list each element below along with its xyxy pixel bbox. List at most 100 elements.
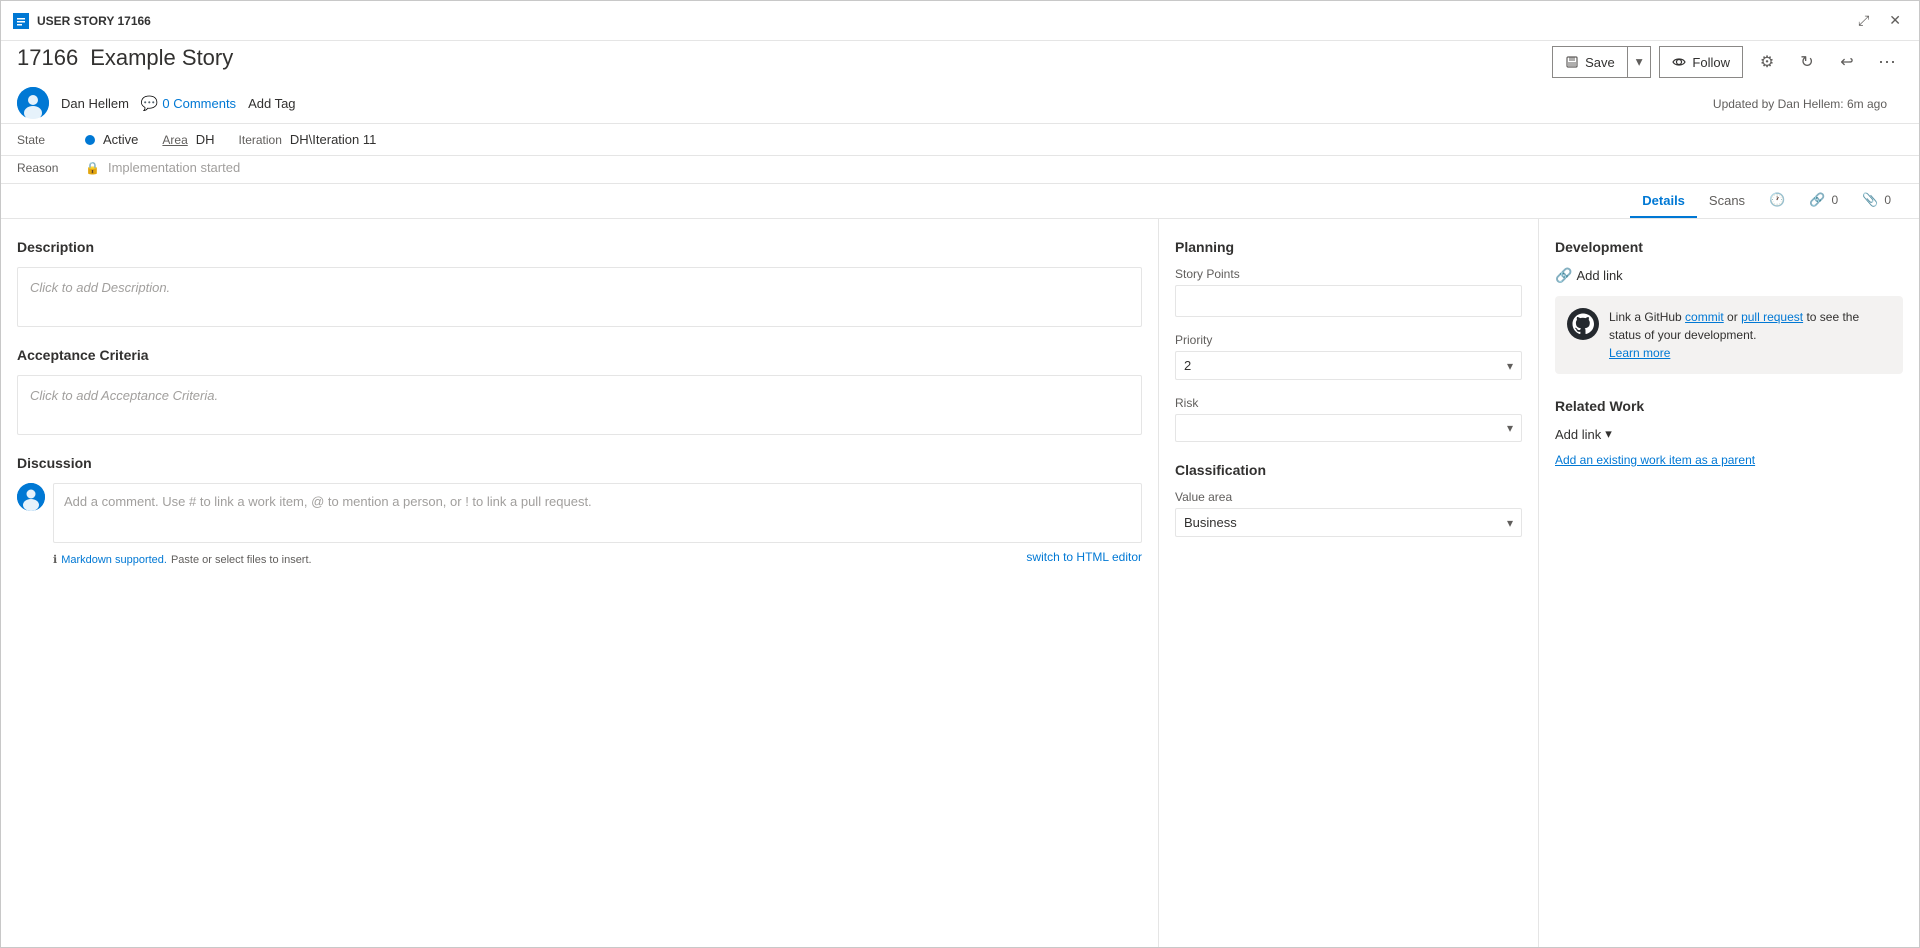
comments-tag-area: 💬 0 Comments Add Tag: [141, 91, 296, 116]
comment-icon: 💬: [141, 95, 158, 112]
comment-input[interactable]: Add a comment. Use # to link a work item…: [53, 483, 1142, 543]
more-options-button[interactable]: ⋯: [1871, 46, 1903, 78]
add-tag-button[interactable]: Add Tag: [248, 96, 295, 111]
lock-icon: 🔒: [85, 161, 100, 175]
acceptance-criteria-editor[interactable]: Click to add Acceptance Criteria.: [17, 375, 1142, 435]
priority-chevron-icon: ▾: [1507, 359, 1513, 373]
undo-button[interactable]: ↩: [1831, 46, 1863, 78]
work-item-id: 17166: [17, 45, 78, 71]
comment-placeholder: Add a comment. Use # to link a work item…: [64, 494, 592, 509]
commenter-avatar-image: [17, 483, 45, 511]
dev-add-link-button[interactable]: 🔗 Add link: [1555, 267, 1903, 284]
markdown-info-icon: ℹ: [53, 553, 57, 566]
right-column: Development 🔗 Add link Link a GitHub com…: [1539, 219, 1919, 947]
state-dot: [85, 135, 95, 145]
area-value[interactable]: DH: [196, 132, 215, 147]
value-area-field: Value area Business ▾: [1175, 490, 1522, 537]
reason-value[interactable]: Implementation started: [108, 160, 240, 175]
description-title: Description: [17, 239, 1142, 255]
reason-row: Reason 🔒 Implementation started: [1, 156, 1919, 184]
classification-title: Classification: [1175, 462, 1522, 478]
iteration-field: Iteration DH\Iteration 11: [239, 132, 377, 147]
tab-links[interactable]: 🔗 0: [1797, 184, 1850, 218]
link-icon: 🔗: [1809, 192, 1825, 208]
tab-bar: Details Scans 🕐 🔗 0 📎 0: [1, 184, 1919, 219]
state-label: State: [17, 133, 77, 147]
add-link-icon: 🔗: [1555, 267, 1572, 284]
updated-info-area: Updated by Dan Hellem: 6m ago: [1697, 96, 1903, 111]
updated-info: Updated by Dan Hellem: 6m ago: [1697, 93, 1903, 115]
comment-input-wrapper: Add a comment. Use # to link a work item…: [53, 483, 1142, 566]
acceptance-criteria-placeholder: Click to add Acceptance Criteria.: [30, 388, 218, 403]
area-field: Area DH: [162, 132, 214, 147]
work-item-title-group: 17166 Example Story: [17, 45, 233, 71]
avatar: [17, 87, 49, 119]
development-section: Development 🔗 Add link Link a GitHub com…: [1555, 239, 1903, 374]
story-points-input[interactable]: [1175, 285, 1522, 317]
expand-button[interactable]: ⤢: [1852, 10, 1875, 31]
github-commit-link[interactable]: commit: [1685, 310, 1724, 324]
priority-field: Priority 2 ▾: [1175, 333, 1522, 380]
switch-editor-link[interactable]: switch to HTML editor: [1026, 550, 1142, 564]
work-item-icon: [13, 13, 29, 29]
tab-attachments[interactable]: 📎 0: [1850, 184, 1903, 218]
main-content: Description Click to add Description. Ac…: [1, 219, 1919, 947]
refresh-button[interactable]: ↻: [1791, 46, 1823, 78]
story-points-label: Story Points: [1175, 267, 1522, 281]
reason-label: Reason: [17, 161, 77, 175]
save-icon: [1565, 55, 1579, 69]
save-button[interactable]: Save: [1553, 47, 1627, 77]
related-add-link-button[interactable]: Add link ▾: [1555, 426, 1903, 442]
commenter-avatar: [17, 483, 45, 511]
header-actions: Save ▾ Follow ⚙ ↻ ↩ ⋯: [1552, 46, 1903, 78]
title-bar-text: USER STORY 17166: [37, 14, 1852, 28]
value-area-chevron-icon: ▾: [1507, 516, 1513, 530]
value-area-label: Value area: [1175, 490, 1522, 504]
discussion-section: Discussion Add a comment. Use # to link …: [17, 455, 1142, 566]
tab-scans[interactable]: Scans: [1697, 184, 1757, 218]
description-editor[interactable]: Click to add Description.: [17, 267, 1142, 327]
add-parent-link[interactable]: Add an existing work item as a parent: [1555, 453, 1755, 467]
value-area-select[interactable]: Business ▾: [1175, 508, 1522, 537]
work-item-header: 17166 Example Story Save ▾: [1, 41, 1919, 83]
state-row: State Active Area DH Iteration DH\Iterat…: [1, 124, 1919, 156]
comment-area: Add a comment. Use # to link a work item…: [17, 483, 1142, 566]
state-value[interactable]: Active: [103, 132, 138, 147]
related-work-section: Related Work Add link ▾ Add an existing …: [1555, 398, 1903, 467]
priority-select[interactable]: 2 ▾: [1175, 351, 1522, 380]
follow-button[interactable]: Follow: [1659, 46, 1743, 78]
settings-button[interactable]: ⚙: [1751, 46, 1783, 78]
history-icon: 🕐: [1769, 192, 1785, 208]
value-area-value: Business: [1184, 515, 1237, 530]
attachment-icon: 📎: [1862, 192, 1878, 208]
priority-label: Priority: [1175, 333, 1522, 347]
work-item-name[interactable]: Example Story: [90, 45, 233, 71]
close-button[interactable]: ✕: [1883, 10, 1907, 31]
story-points-field: Story Points: [1175, 267, 1522, 317]
github-icon: [1567, 308, 1599, 340]
markdown-note: ℹ Markdown supported. Paste or select fi…: [53, 553, 312, 566]
related-add-link-chevron-icon: ▾: [1605, 426, 1612, 442]
save-button-group: Save ▾: [1552, 46, 1651, 78]
comments-link[interactable]: 💬 0 Comments: [141, 95, 236, 112]
save-dropdown-button[interactable]: ▾: [1627, 47, 1651, 77]
github-description: Link a GitHub commit or pull request to …: [1609, 308, 1891, 362]
risk-select[interactable]: ▾: [1175, 414, 1522, 442]
related-work-title: Related Work: [1555, 398, 1903, 414]
github-pr-link[interactable]: pull request: [1741, 310, 1803, 324]
iteration-value[interactable]: DH\Iteration 11: [290, 132, 376, 147]
priority-value: 2: [1184, 358, 1191, 373]
state-field: State Active: [17, 132, 138, 147]
eye-icon: [1672, 55, 1686, 69]
github-box: Link a GitHub commit or pull request to …: [1555, 296, 1903, 374]
middle-column: Planning Story Points Priority 2 ▾ Risk …: [1159, 219, 1539, 947]
acceptance-criteria-title: Acceptance Criteria: [17, 347, 1142, 363]
title-bar: USER STORY 17166 ⤢ ✕: [1, 1, 1919, 41]
development-title: Development: [1555, 239, 1903, 255]
reason-field: Reason 🔒 Implementation started: [17, 160, 240, 175]
markdown-supported-link[interactable]: Markdown supported.: [61, 554, 167, 566]
tab-history[interactable]: 🕐: [1757, 184, 1797, 218]
tab-details[interactable]: Details: [1630, 184, 1697, 218]
github-learn-more-link[interactable]: Learn more: [1609, 346, 1670, 360]
iteration-label: Iteration: [239, 133, 282, 147]
